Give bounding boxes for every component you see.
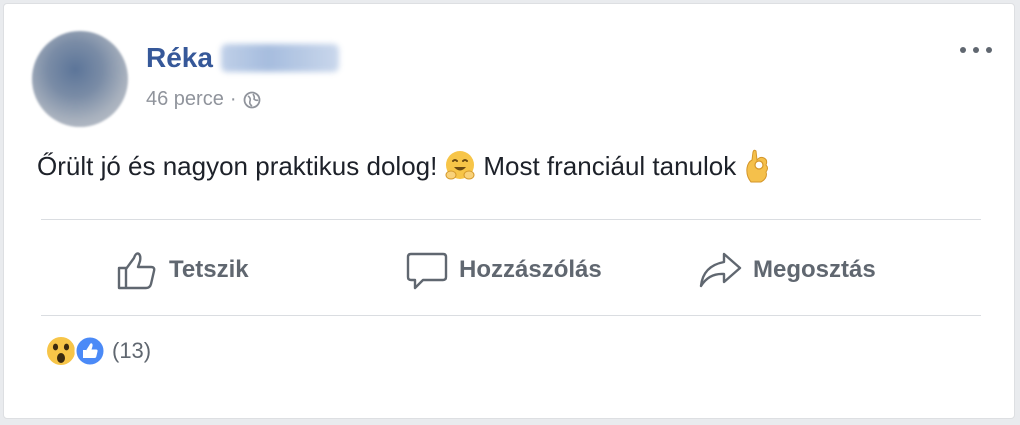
hugging-face-icon — [445, 151, 475, 180]
reactions-summary[interactable]: (13) — [44, 334, 151, 368]
divider-top — [41, 219, 981, 220]
comment-button[interactable]: Hozzászólás — [405, 232, 602, 308]
share-label: Megosztás — [753, 256, 876, 283]
like-button[interactable]: Tetszik — [115, 232, 249, 308]
author-name[interactable]: Réka — [146, 42, 213, 74]
ok-hand-icon — [746, 149, 769, 183]
meta-separator: · — [229, 88, 237, 110]
post-text-part2: Most franciául tanulok — [483, 151, 737, 181]
reaction-count[interactable]: (13) — [112, 338, 151, 364]
post-card: Réka 46 perce · Őrült jó és nagyon prakt… — [3, 3, 1015, 419]
globe-icon[interactable] — [243, 91, 261, 109]
share-button[interactable]: Megosztás — [697, 232, 876, 308]
thumbs-up-icon — [117, 252, 156, 290]
post-timestamp[interactable]: 46 perce — [146, 88, 224, 111]
post-text: Őrült jó és nagyon praktikus dolog! Most… — [37, 148, 778, 184]
author-surname-blurred[interactable] — [220, 44, 339, 72]
avatar[interactable] — [32, 31, 128, 127]
wow-reaction-icon — [45, 335, 77, 367]
speech-bubble-icon — [406, 252, 448, 290]
post-text-part1: Őrült jó és nagyon praktikus dolog! — [37, 151, 438, 181]
author-row: Réka — [146, 42, 339, 74]
post-meta: 46 perce · — [146, 88, 261, 111]
divider-bottom — [41, 315, 981, 316]
more-options-icon[interactable] — [960, 42, 992, 58]
share-arrow-icon — [699, 252, 742, 288]
like-label: Tetszik — [169, 256, 249, 283]
like-reaction-icon — [74, 335, 106, 367]
action-bar: Tetszik Hozzászólás Megosztás — [41, 232, 981, 308]
comment-label: Hozzászólás — [459, 256, 602, 283]
